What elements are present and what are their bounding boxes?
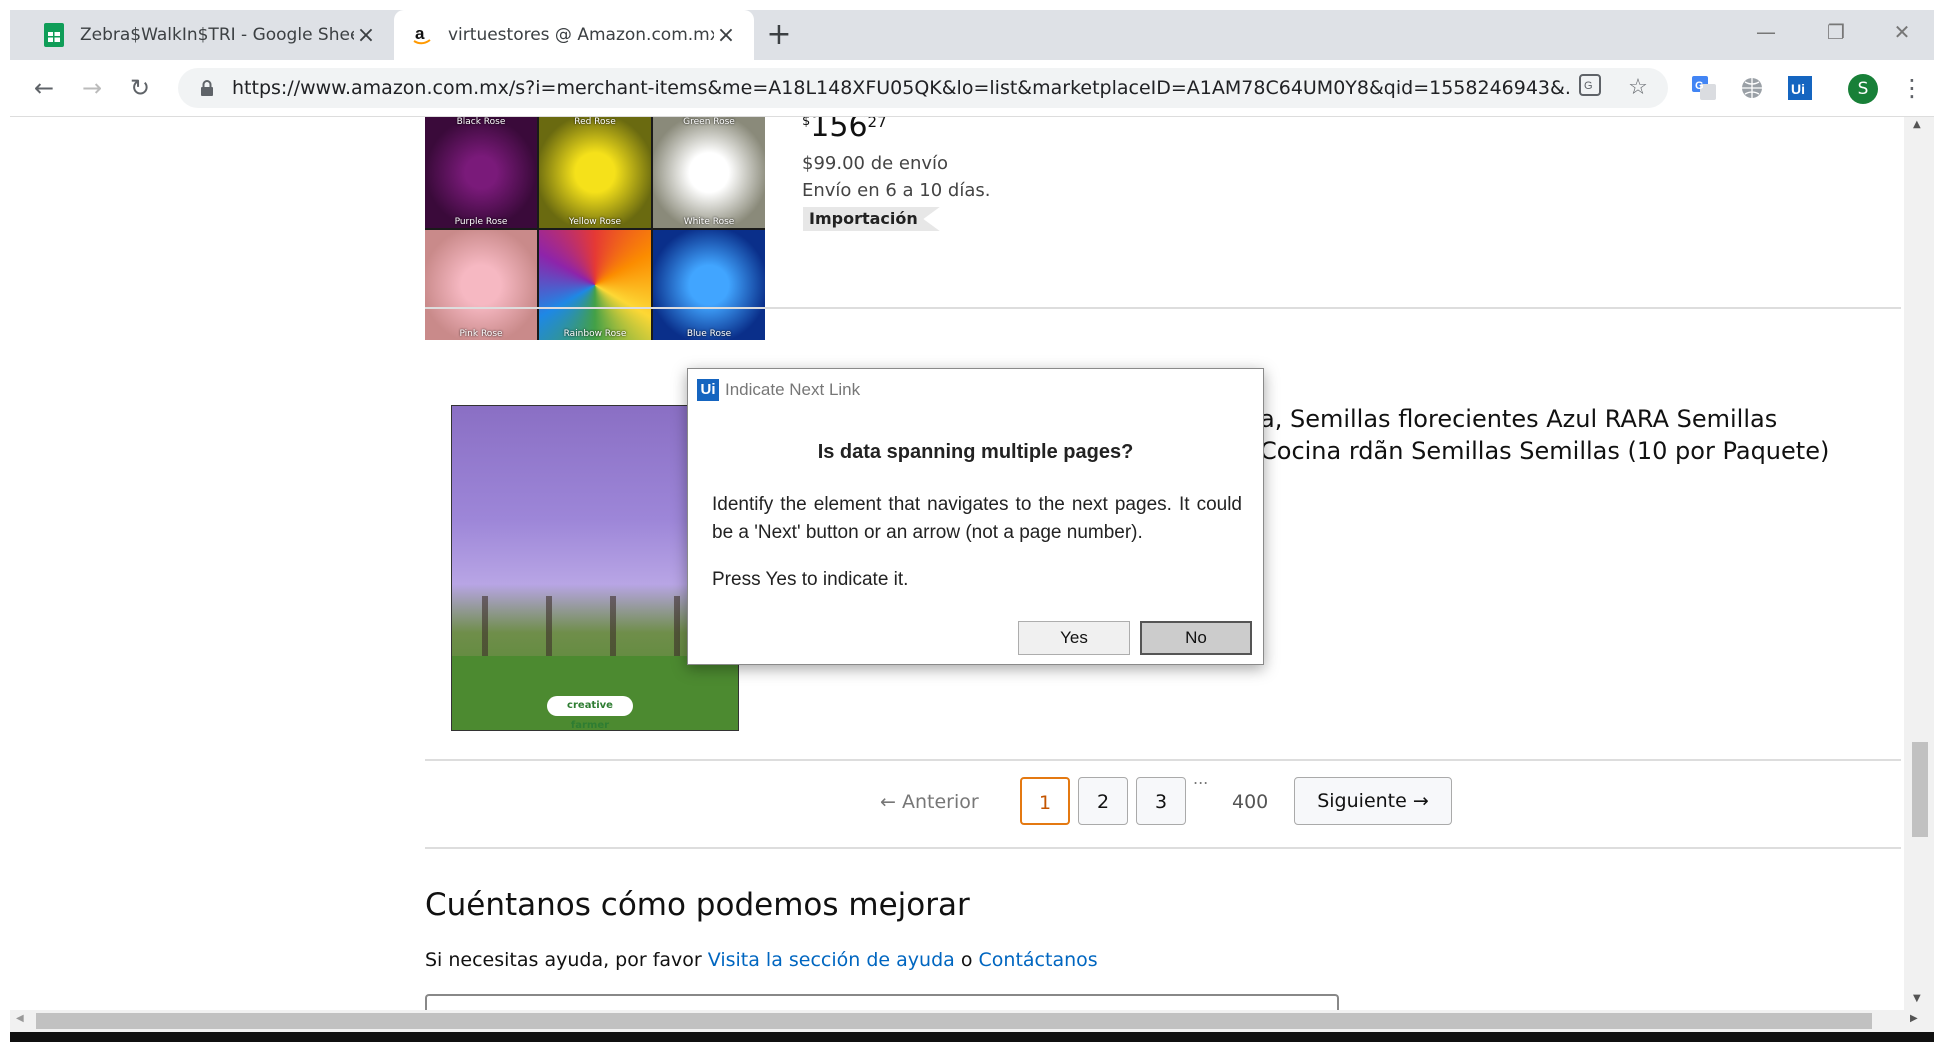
divider: [425, 759, 1901, 761]
forward-arrow-icon[interactable]: →: [74, 70, 110, 106]
contact-link[interactable]: Contáctanos: [979, 949, 1098, 971]
rose-label: Blue Rose: [686, 329, 732, 339]
dialog-message: Identify the element that navigates to t…: [712, 494, 1242, 543]
scroll-right-arrow-icon[interactable]: ▶: [1910, 1013, 1918, 1024]
help-connector: o: [960, 949, 973, 971]
tab-title: Zebra$WalkIn$TRI - Google Shee: [80, 25, 354, 45]
scroll-left-arrow-icon[interactable]: ◀: [16, 1013, 24, 1024]
horizontal-scrollbar[interactable]: ◀ ▶: [10, 1010, 1934, 1032]
scroll-up-arrow-icon[interactable]: ▲: [1913, 119, 1921, 130]
scroll-down-arrow-icon[interactable]: ▼: [1913, 993, 1921, 1004]
horizontal-scroll-thumb[interactable]: [36, 1013, 1872, 1029]
svg-text:Ui: Ui: [1791, 81, 1805, 97]
lock-icon: [200, 80, 214, 101]
help-section-link[interactable]: Visita la sección de ayuda: [708, 949, 955, 971]
delivery-time: Envío en 6 a 10 días.: [802, 180, 991, 201]
rose-label: Red Rose: [574, 117, 616, 127]
vertical-scrollbar[interactable]: ▲ ▼: [1904, 117, 1934, 1010]
close-tab-icon[interactable]: ×: [354, 23, 378, 48]
uipath-extension-icon[interactable]: Ui: [1786, 74, 1814, 102]
rose-tile: Rainbow Rose: [539, 229, 651, 340]
tab-strip: Zebra$WalkIn$TRI - Google Shee × a virtu…: [10, 10, 1934, 60]
dialog-title: Indicate Next Link: [725, 380, 861, 399]
yes-button[interactable]: Yes: [1018, 621, 1130, 655]
address-bar[interactable]: https://www.amazon.com.mx/s?i=merchant-i…: [178, 68, 1668, 108]
browser-menu-icon[interactable]: ⋮: [1900, 74, 1924, 104]
translate-icon[interactable]: G: [1576, 74, 1604, 102]
rose-label: Purple Rose: [454, 216, 508, 227]
rose-label: Green Rose: [683, 117, 735, 127]
new-tab-button[interactable]: +: [762, 18, 796, 52]
shipping-cost: $99.00 de envío: [802, 153, 949, 174]
rose-tile: Red Rose Yellow Rose: [539, 117, 651, 228]
dialog-header: Ui Indicate Next Link: [697, 377, 860, 403]
product-price: $15627: [802, 117, 887, 144]
vertical-scroll-thumb[interactable]: [1912, 742, 1928, 837]
indicate-next-link-dialog: Ui Indicate Next Link Is data spanning m…: [687, 368, 1264, 665]
rose-label: Rainbow Rose: [563, 329, 627, 339]
browser-window: Zebra$WalkIn$TRI - Google Shee × a virtu…: [0, 0, 1942, 1042]
google-sheets-icon: [42, 23, 66, 47]
pagination-previous: ← Anterior: [880, 791, 979, 813]
help-line: Si necesitas ayuda, por favor Visita la …: [425, 949, 1098, 971]
price-whole: 156: [810, 117, 868, 144]
feedback-heading: Cuéntanos cómo podemos mejorar: [425, 887, 970, 923]
page-1-button[interactable]: 1: [1020, 777, 1070, 825]
rose-tile: Black Rose Purple Rose: [425, 117, 537, 228]
restore-icon[interactable]: ❐: [1806, 10, 1866, 60]
rose-tile: Pink Rose: [425, 229, 537, 340]
divider: [425, 307, 1901, 309]
help-prefix: Si necesitas ayuda, por favor: [425, 949, 702, 971]
page-2-button[interactable]: 2: [1078, 777, 1128, 825]
svg-text:G: G: [1584, 80, 1593, 92]
rose-tile: Blue Rose: [653, 229, 765, 340]
no-button[interactable]: No: [1140, 621, 1252, 655]
rose-label: Black Rose: [456, 117, 506, 127]
rose-label: Pink Rose: [459, 329, 503, 339]
back-arrow-icon[interactable]: ←: [26, 70, 62, 106]
page-400-link[interactable]: 400: [1232, 777, 1268, 827]
pagination: ← Anterior 1 2 3 ... 400 Siguiente →: [10, 769, 1904, 827]
dialog-question: Is data spanning multiple pages?: [817, 441, 1134, 463]
reload-icon[interactable]: ↻: [122, 70, 158, 106]
pagination-ellipsis: ...: [1193, 769, 1209, 788]
svg-text:a: a: [415, 24, 425, 43]
next-page-button[interactable]: Siguiente →: [1294, 777, 1452, 825]
close-window-icon[interactable]: ✕: [1872, 10, 1932, 60]
google-translate-extension-icon[interactable]: G: [1690, 74, 1718, 102]
bookmark-star-icon[interactable]: ☆: [1624, 74, 1652, 102]
product-title-link[interactable]: a, Semillas florecientes Azul RARA Semil…: [1260, 403, 1860, 467]
globe-extension-icon[interactable]: [1738, 74, 1766, 102]
tab-title: virtuestores @ Amazon.com.mx:: [448, 25, 714, 45]
creative-farmer-logo: creative farmer: [547, 696, 633, 730]
rose-label: White Rose: [683, 216, 735, 227]
rose-label: Yellow Rose: [568, 216, 622, 227]
page-3-button[interactable]: 3: [1136, 777, 1186, 825]
close-tab-icon[interactable]: ×: [714, 23, 738, 48]
import-badge: Importación: [803, 207, 940, 231]
price-cents: 27: [867, 117, 887, 131]
amazon-icon: a: [410, 23, 434, 47]
browser-toolbar: ← → ↻ https://www.amazon.com.mx/s?i=merc…: [10, 60, 1934, 117]
svg-text:G: G: [1695, 80, 1704, 92]
os-taskbar: [10, 1032, 1934, 1042]
minimize-icon[interactable]: —: [1736, 10, 1796, 60]
url-text[interactable]: https://www.amazon.com.mx/s?i=merchant-i…: [232, 68, 1572, 108]
profile-avatar[interactable]: S: [1848, 74, 1878, 104]
divider: [425, 847, 1901, 849]
rose-tile: Green Rose White Rose: [653, 117, 765, 228]
feedback-box[interactable]: [425, 994, 1339, 1010]
uipath-icon: Ui: [697, 379, 719, 401]
dialog-instruction: Press Yes to indicate it.: [712, 569, 909, 590]
tab-amazon[interactable]: a virtuestores @ Amazon.com.mx: ×: [394, 10, 754, 60]
tab-google-sheets[interactable]: Zebra$WalkIn$TRI - Google Shee ×: [26, 10, 394, 60]
